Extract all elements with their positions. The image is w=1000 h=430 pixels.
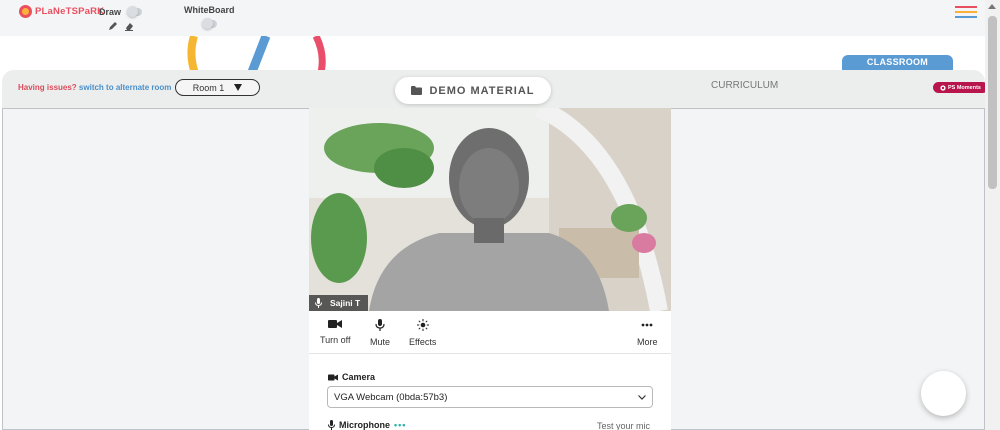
draw-label: Draw: [99, 7, 122, 17]
camera-label: Camera: [342, 372, 376, 382]
demo-material-button[interactable]: DEMO MATERIAL: [395, 77, 551, 104]
microphone-icon: [375, 319, 385, 331]
turn-off-label: Turn off: [320, 335, 351, 345]
microphone-icon: [328, 420, 335, 430]
page-scrollbar[interactable]: [985, 0, 1000, 430]
mic-level-indicator: •••: [394, 420, 407, 430]
pencil-icon[interactable]: [108, 21, 118, 31]
video-camera-icon: [328, 320, 343, 328]
camera-select-value: VGA Webcam (0bda:57b3): [334, 391, 448, 403]
caret-down-icon: [234, 84, 243, 91]
hamburger-menu-icon[interactable]: [955, 6, 977, 18]
sparkle-icon: [416, 319, 429, 331]
camera-select[interactable]: VGA Webcam (0bda:57b3): [327, 386, 653, 408]
tab-curriculum[interactable]: CURRICULUM: [711, 80, 778, 91]
menu-bar-red: [955, 6, 977, 8]
turn-off-camera-button[interactable]: Turn off: [320, 319, 351, 345]
microphone-icon: [315, 298, 322, 308]
participant-name: Sajini T: [330, 298, 361, 308]
issues-notice: Having issues? switch to alternate room: [18, 83, 171, 92]
menu-bar-blue: [955, 16, 977, 18]
top-bar: PLaNeTSPaRK Draw WhiteBoard: [0, 0, 1000, 36]
menu-bar-yellow: [955, 11, 977, 13]
demo-material-label: DEMO MATERIAL: [429, 84, 535, 97]
room-select-value: Room 1: [192, 82, 225, 93]
camera-section-label: Camera: [328, 372, 375, 382]
call-controls: Turn off Mute Effects More: [309, 311, 671, 354]
floating-action-button[interactable]: [921, 371, 966, 416]
ps-moments-label: PS Moments: [947, 84, 981, 91]
logo-text: PLaNeTSPaRK: [35, 6, 105, 17]
microphone-section-label: Microphone •••: [328, 420, 406, 430]
alternate-room-link[interactable]: switch to alternate room: [79, 83, 171, 92]
ps-moments-icon: [940, 84, 946, 91]
more-dots-icon: [641, 323, 653, 327]
more-button[interactable]: More: [637, 319, 658, 347]
test-mic-link[interactable]: Test your mic: [597, 421, 650, 430]
eraser-icon[interactable]: [124, 21, 134, 31]
participant-video: [309, 108, 671, 311]
logo-mark-icon: [19, 5, 32, 18]
room-select[interactable]: Room 1: [175, 79, 260, 96]
draw-toggle[interactable]: [127, 6, 142, 17]
chevron-down-icon: [638, 394, 646, 400]
whiteboard-label: WhiteBoard: [184, 5, 235, 15]
more-label: More: [637, 337, 658, 347]
effects-button[interactable]: Effects: [409, 319, 436, 347]
microphone-label: Microphone: [339, 420, 390, 430]
video-scene: [309, 108, 671, 311]
tab-classroom[interactable]: CLASSROOM: [842, 55, 953, 74]
camera-icon: [328, 374, 338, 380]
issues-text: Having issues?: [18, 83, 77, 92]
ps-moments-button[interactable]: PS Moments: [933, 82, 988, 93]
folder-icon: [411, 86, 423, 95]
scroll-up-arrow-icon[interactable]: [988, 4, 996, 9]
whiteboard-toggle[interactable]: [202, 18, 217, 29]
scrollbar-thumb[interactable]: [988, 16, 997, 189]
mute-label: Mute: [370, 337, 391, 347]
planetspark-logo[interactable]: PLaNeTSPaRK: [19, 5, 104, 18]
effects-label: Effects: [409, 337, 437, 347]
mute-button[interactable]: Mute: [370, 319, 390, 347]
participant-name-tag: Sajini T: [309, 295, 369, 311]
